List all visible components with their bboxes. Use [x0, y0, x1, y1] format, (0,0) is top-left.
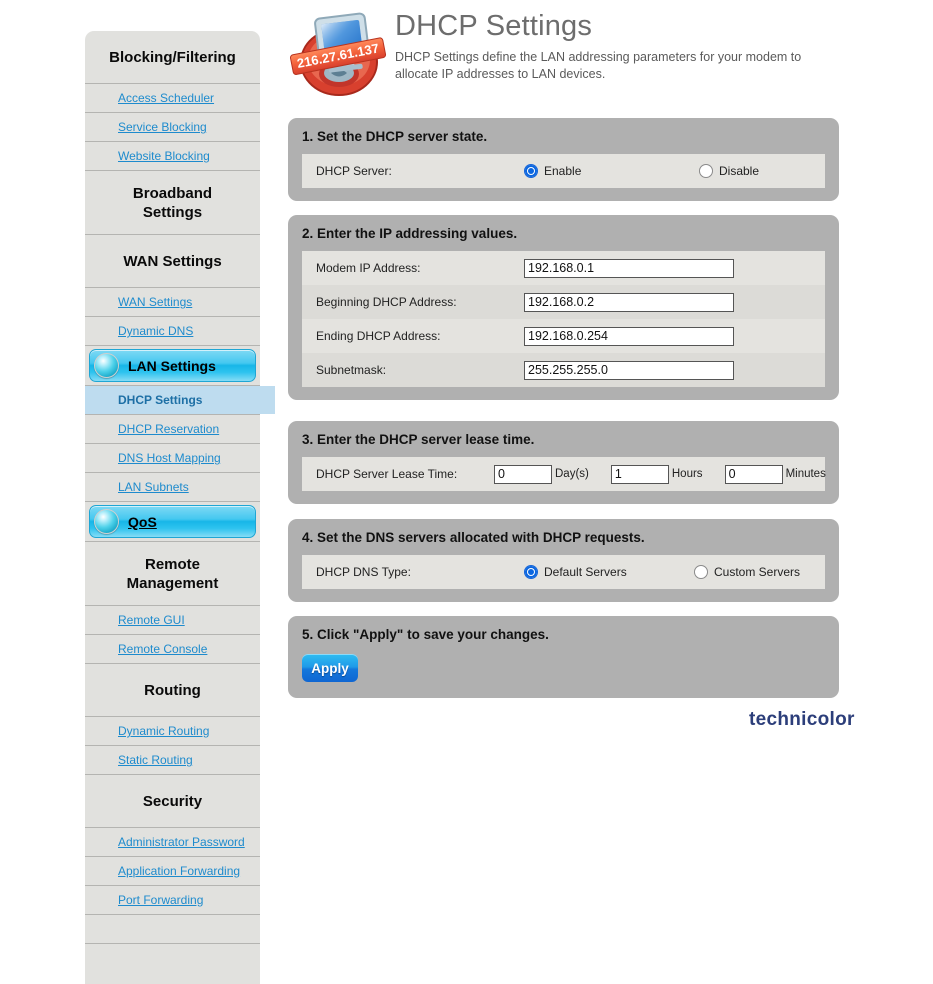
lease-days-input[interactable] [494, 464, 552, 484]
sidebar-section-lan-settings[interactable]: LAN Settings [85, 346, 260, 386]
sidebar-group-title-remote-management: Remote Management [85, 542, 260, 606]
sidebar-link-label[interactable]: Port Forwarding [118, 893, 203, 907]
radio-label: Disable [719, 164, 760, 178]
sidebar-section-qos[interactable]: QoS [85, 502, 260, 542]
sidebar-link-label[interactable]: Access Scheduler [118, 91, 214, 105]
sidebar-item-dns-host-mapping[interactable]: DNS Host Mapping [85, 444, 260, 473]
sidebar-link-label[interactable]: DHCP Reservation [118, 422, 219, 436]
ending-dhcp-address-input[interactable] [524, 326, 734, 346]
lease-hours-input[interactable] [610, 464, 669, 484]
row-label: Modem IP Address: [316, 261, 421, 275]
sidebar-section-label: QoS [128, 513, 157, 530]
sidebar-item-wan-settings[interactable]: WAN Settings [85, 288, 260, 317]
sidebar-link-label[interactable]: Dynamic DNS [118, 324, 193, 338]
sidebar-link-label[interactable]: Static Routing [118, 753, 193, 767]
radio-custom-servers-icon[interactable] [694, 565, 708, 579]
sidebar-group-title-security: Security [85, 775, 260, 828]
sidebar-item-dynamic-dns[interactable]: Dynamic DNS [85, 317, 260, 346]
apply-button[interactable]: Apply [302, 654, 358, 682]
sidebar-item-remote-gui[interactable]: Remote GUI [85, 606, 260, 635]
row-label: DHCP Server: [316, 164, 392, 178]
sidebar-group-title-blocking-filtering: Blocking/Filtering [85, 31, 260, 84]
beginning-dhcp-address-input[interactable] [524, 292, 734, 312]
radio-option-default-servers[interactable]: Default Servers [524, 565, 694, 579]
orb-icon [94, 353, 119, 378]
radio-disable-icon[interactable] [699, 164, 713, 178]
sidebar-filler-row [85, 915, 260, 944]
panel-title: 3. Enter the DHCP server lease time. [302, 432, 535, 447]
sidebar-item-service-blocking[interactable]: Service Blocking [85, 113, 260, 142]
sidebar-item-static-routing[interactable]: Static Routing [85, 746, 260, 775]
orb-icon [94, 509, 119, 534]
row-dhcp-server: DHCP Server: Enable Disable [302, 154, 825, 188]
sidebar-item-application-forwarding[interactable]: Application Forwarding [85, 857, 260, 886]
sidebar-link-label[interactable]: Website Blocking [118, 149, 210, 163]
panel-title: 1. Set the DHCP server state. [302, 129, 488, 144]
page-header: 216.27.61.137 DHCP Settings DHCP Setting… [290, 4, 910, 96]
panel-title: 4. Set the DNS servers allocated with DH… [302, 530, 645, 545]
lease-days-unit: Day(s) [555, 468, 589, 480]
lease-minutes-unit: Minutes [785, 468, 826, 480]
sidebar-item-lan-subnets[interactable]: LAN Subnets [85, 473, 260, 502]
sidebar-link-label: DHCP Settings [118, 393, 203, 407]
panel-title: 5. Click "Apply" to save your changes. [302, 627, 549, 642]
row-ending-dhcp-address: Ending DHCP Address: [302, 319, 825, 353]
sidebar-link-label[interactable]: Application Forwarding [118, 864, 240, 878]
row-label: DHCP Server Lease Time: [316, 467, 458, 481]
lease-minutes-input[interactable] [724, 464, 783, 484]
sidebar-item-port-forwarding[interactable]: Port Forwarding [85, 886, 260, 915]
sidebar-link-label[interactable]: LAN Subnets [118, 480, 189, 494]
row-subnetmask: Subnetmask: [302, 353, 825, 387]
sidebar-section-label: LAN Settings [128, 357, 216, 374]
row-dhcp-dns-type: DHCP DNS Type: Default Servers Custom Se… [302, 555, 825, 589]
row-label: Subnetmask: [316, 363, 387, 377]
sidebar-item-remote-console[interactable]: Remote Console [85, 635, 260, 664]
sidebar-link-label[interactable]: Remote Console [118, 642, 207, 656]
row-label: Beginning DHCP Address: [316, 295, 457, 309]
technicolor-logo: technicolor [749, 709, 855, 730]
panel-ip-addressing-values: 2. Enter the IP addressing values. Modem… [288, 215, 839, 400]
sidebar-item-administrator-password[interactable]: Administrator Password [85, 828, 260, 857]
sidebar-group-title-broadband-settings[interactable]: Broadband Settings [85, 171, 260, 235]
sidebar-group-title-routing: Routing [85, 664, 260, 717]
subnetmask-input[interactable] [524, 360, 734, 380]
sidebar-group-title-wan-settings: WAN Settings [85, 235, 260, 288]
sidebar-link-label[interactable]: Administrator Password [118, 835, 245, 849]
radio-option-custom-servers[interactable]: Custom Servers [694, 565, 800, 579]
radio-label: Default Servers [544, 565, 627, 579]
sidebar-item-website-blocking[interactable]: Website Blocking [85, 142, 260, 171]
row-beginning-dhcp-address: Beginning DHCP Address: [302, 285, 825, 319]
radio-label: Enable [544, 164, 582, 178]
radio-label: Custom Servers [714, 565, 801, 579]
row-lease-time: DHCP Server Lease Time: Day(s) Hours Min… [302, 457, 826, 491]
sidebar-item-dynamic-routing[interactable]: Dynamic Routing [85, 717, 260, 746]
sidebar-item-dhcp-reservation[interactable]: DHCP Reservation [85, 415, 260, 444]
sidebar-navigation: Blocking/Filtering Access Scheduler Serv… [85, 31, 275, 984]
modem-ip-address-input[interactable] [524, 258, 734, 278]
sidebar-item-access-scheduler[interactable]: Access Scheduler [85, 84, 260, 113]
row-label: DHCP DNS Type: [316, 565, 411, 579]
radio-option-enable[interactable]: Enable [524, 164, 699, 178]
panel-dhcp-lease-time: 3. Enter the DHCP server lease time. DHC… [288, 421, 839, 504]
sidebar-link-label[interactable]: Service Blocking [118, 120, 207, 134]
panel-dhcp-server-state: 1. Set the DHCP server state. DHCP Serve… [288, 118, 839, 201]
sidebar-link-label[interactable]: WAN Settings [118, 295, 192, 309]
panel-title: 2. Enter the IP addressing values. [302, 226, 518, 241]
page-description: DHCP Settings define the LAN addressing … [395, 50, 802, 81]
lease-hours-unit: Hours [671, 468, 703, 480]
panel-dns-servers: 4. Set the DNS servers allocated with DH… [288, 519, 839, 602]
sidebar-link-label[interactable]: DNS Host Mapping [118, 451, 221, 465]
sidebar-link-label[interactable]: Remote GUI [118, 613, 185, 627]
radio-default-servers-icon[interactable] [524, 565, 538, 579]
dhcp-ip-address-icon: 216.27.61.137 [290, 12, 387, 96]
panel-apply-changes: 5. Click "Apply" to save your changes. A… [288, 616, 839, 698]
sidebar-item-dhcp-settings-selected[interactable]: DHCP Settings [85, 386, 275, 415]
radio-option-disable[interactable]: Disable [699, 164, 759, 178]
page-title: DHCP Settings [395, 10, 593, 42]
sidebar-link-label[interactable]: Dynamic Routing [118, 724, 209, 738]
row-label: Ending DHCP Address: [316, 329, 441, 343]
row-modem-ip-address: Modem IP Address: [302, 251, 825, 285]
radio-enable-icon[interactable] [524, 164, 538, 178]
